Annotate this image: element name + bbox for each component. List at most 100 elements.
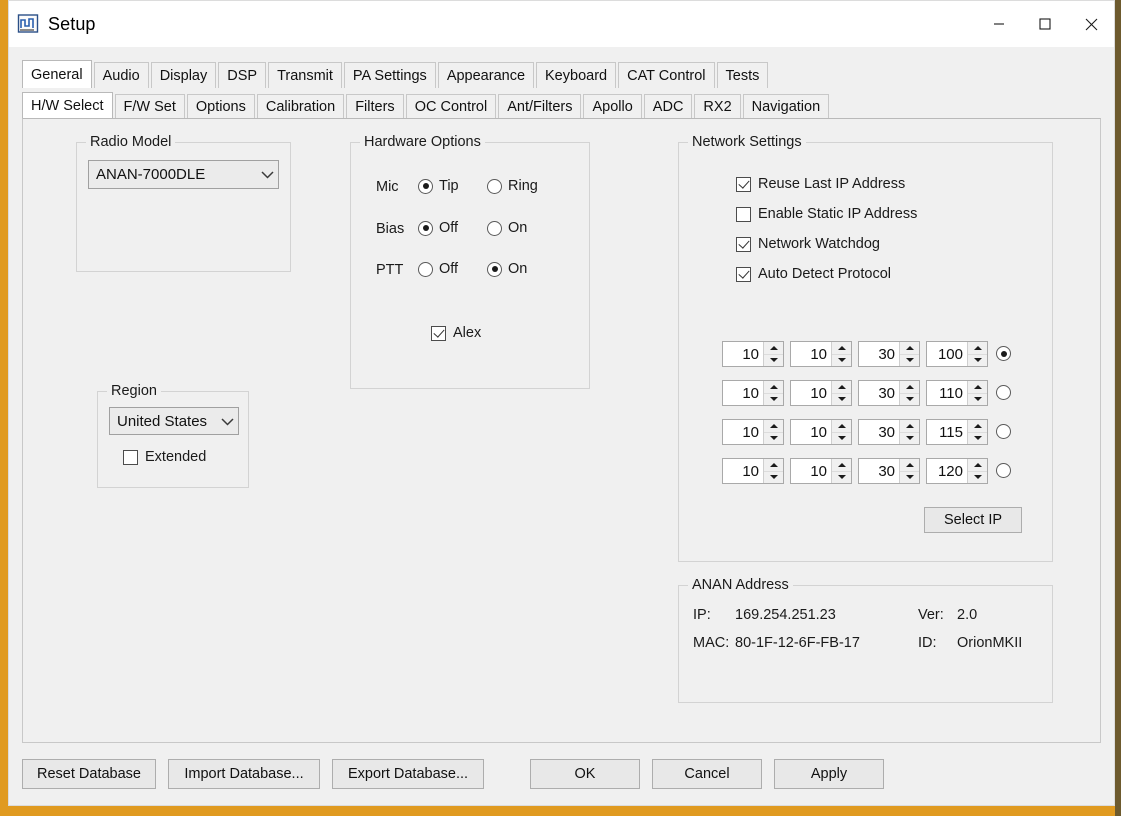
subtab-oc-control[interactable]: OC Control [405, 94, 497, 118]
cancel-button[interactable]: Cancel [652, 759, 762, 789]
spinner-down-icon[interactable] [832, 394, 851, 406]
minimize-icon[interactable] [976, 1, 1022, 47]
ip-octet-r3-c4[interactable]: 115 [926, 419, 988, 445]
subtab-calibration[interactable]: Calibration [256, 94, 345, 118]
spinner-up-icon[interactable] [900, 420, 919, 433]
maximize-icon[interactable] [1022, 1, 1068, 47]
spinner-up-icon[interactable] [832, 342, 851, 355]
spinner-up-icon[interactable] [900, 381, 919, 394]
spinner-down-icon[interactable] [968, 394, 987, 406]
ip-select-radio-4[interactable] [996, 463, 1011, 478]
spinner-up-icon[interactable] [968, 459, 987, 472]
spinner-down-icon[interactable] [900, 394, 919, 406]
close-icon[interactable] [1068, 1, 1114, 47]
ip-select-radio-1[interactable] [996, 346, 1011, 361]
spinner-up-icon[interactable] [764, 459, 783, 472]
radio-bias-off[interactable]: Off [418, 220, 458, 236]
spinner-up-icon[interactable] [764, 342, 783, 355]
ip-octet-r2-c3[interactable]: 30 [858, 380, 920, 406]
subtab-rx2[interactable]: RX2 [694, 94, 741, 118]
subtab-f-w-set[interactable]: F/W Set [114, 94, 185, 118]
tab-appearance[interactable]: Appearance [437, 62, 535, 88]
ok-button[interactable]: OK [530, 759, 640, 789]
ip-octet-r2-c1[interactable]: 10 [722, 380, 784, 406]
spinner-down-icon[interactable] [764, 433, 783, 445]
export-database-button[interactable]: Export Database... [332, 759, 484, 789]
tab-general[interactable]: General [22, 60, 92, 88]
region-combo[interactable]: United States [109, 407, 239, 435]
reset-database-button[interactable]: Reset Database [22, 759, 156, 789]
spinner-down-icon[interactable] [764, 355, 783, 367]
radio-mic-ring[interactable]: Ring [487, 178, 538, 194]
tab-cat-control[interactable]: CAT Control [618, 62, 715, 88]
subtab-filters[interactable]: Filters [346, 94, 404, 118]
ip-octet-r4-c4[interactable]: 120 [926, 458, 988, 484]
subtab-navigation[interactable]: Navigation [742, 94, 830, 118]
checkbox-network-watchdog[interactable]: Network Watchdog [736, 236, 880, 252]
tab-audio[interactable]: Audio [93, 62, 149, 88]
ip-octet-r3-c3[interactable]: 30 [858, 419, 920, 445]
extended-checkbox[interactable]: Extended [123, 449, 206, 465]
ip-octet-r1-c1[interactable]: 10 [722, 341, 784, 367]
radio-ptt-on[interactable]: On [487, 261, 527, 277]
ip-octet-r2-c4[interactable]: 110 [926, 380, 988, 406]
checkbox-reuse-last-ip-address[interactable]: Reuse Last IP Address [736, 176, 905, 192]
ip-octet-r4-c1[interactable]: 10 [722, 458, 784, 484]
ip-octet-r4-c3[interactable]: 30 [858, 458, 920, 484]
spinner-up-icon[interactable] [764, 381, 783, 394]
spinner-up-icon[interactable] [968, 420, 987, 433]
ip-octet-r3-c2[interactable]: 10 [790, 419, 852, 445]
subtab-apollo[interactable]: Apollo [583, 94, 642, 118]
radio-mic-tip[interactable]: Tip [418, 178, 459, 194]
desktop-background: Setup General Audio Display DSP Transmit PA S [0, 0, 1121, 816]
spinner-down-icon[interactable] [968, 355, 987, 367]
spinner-down-icon[interactable] [832, 433, 851, 445]
spinner-up-icon[interactable] [900, 459, 919, 472]
spinner-down-icon[interactable] [968, 472, 987, 484]
checkbox-enable-static-ip-address[interactable]: Enable Static IP Address [736, 206, 917, 222]
spinner-down-icon[interactable] [968, 433, 987, 445]
subtab-ant-filters[interactable]: Ant/Filters [498, 94, 582, 118]
tab-keyboard[interactable]: Keyboard [536, 62, 617, 88]
ip-octet-r1-c3[interactable]: 30 [858, 341, 920, 367]
alex-checkbox[interactable]: Alex [431, 325, 481, 341]
spinner-down-icon[interactable] [900, 433, 919, 445]
checkbox-auto-detect-protocol[interactable]: Auto Detect Protocol [736, 266, 891, 282]
tab-tests[interactable]: Tests [716, 62, 769, 88]
spinner-up-icon[interactable] [832, 420, 851, 433]
select-ip-button[interactable]: Select IP [924, 507, 1022, 533]
spinner-up-icon[interactable] [832, 381, 851, 394]
ip-select-radio-2[interactable] [996, 385, 1011, 400]
subtab-options[interactable]: Options [186, 94, 255, 118]
spinner-down-icon[interactable] [832, 472, 851, 484]
tab-transmit[interactable]: Transmit [268, 62, 342, 88]
tab-display[interactable]: Display [150, 62, 217, 88]
radio-label: On [508, 220, 528, 236]
spinner-up-icon[interactable] [968, 381, 987, 394]
apply-button[interactable]: Apply [774, 759, 884, 789]
spinner-down-icon[interactable] [900, 355, 919, 367]
ip-octet-r1-c2[interactable]: 10 [790, 341, 852, 367]
spinner-up-icon[interactable] [968, 342, 987, 355]
spinner-up-icon[interactable] [900, 342, 919, 355]
spinner-down-icon[interactable] [832, 355, 851, 367]
tab-pa-settings[interactable]: PA Settings [343, 62, 436, 88]
radio-bias-on[interactable]: On [487, 220, 527, 236]
ip-octet-r2-c2[interactable]: 10 [790, 380, 852, 406]
tab-dsp[interactable]: DSP [218, 62, 267, 88]
ip-octet-r4-c2[interactable]: 10 [790, 458, 852, 484]
subtab-adc[interactable]: ADC [643, 94, 693, 118]
radio-model-combo[interactable]: ANAN-7000DLE [88, 160, 279, 189]
spinner-buttons [899, 381, 919, 405]
spinner-down-icon[interactable] [900, 472, 919, 484]
ip-octet-r3-c1[interactable]: 10 [722, 419, 784, 445]
subtab-h-w-select[interactable]: H/W Select [22, 92, 113, 118]
spinner-down-icon[interactable] [764, 394, 783, 406]
radio-ptt-off[interactable]: Off [418, 261, 458, 277]
import-database-button[interactable]: Import Database... [168, 759, 320, 789]
spinner-up-icon[interactable] [832, 459, 851, 472]
spinner-up-icon[interactable] [764, 420, 783, 433]
ip-octet-r1-c4[interactable]: 100 [926, 341, 988, 367]
spinner-down-icon[interactable] [764, 472, 783, 484]
ip-select-radio-3[interactable] [996, 424, 1011, 439]
